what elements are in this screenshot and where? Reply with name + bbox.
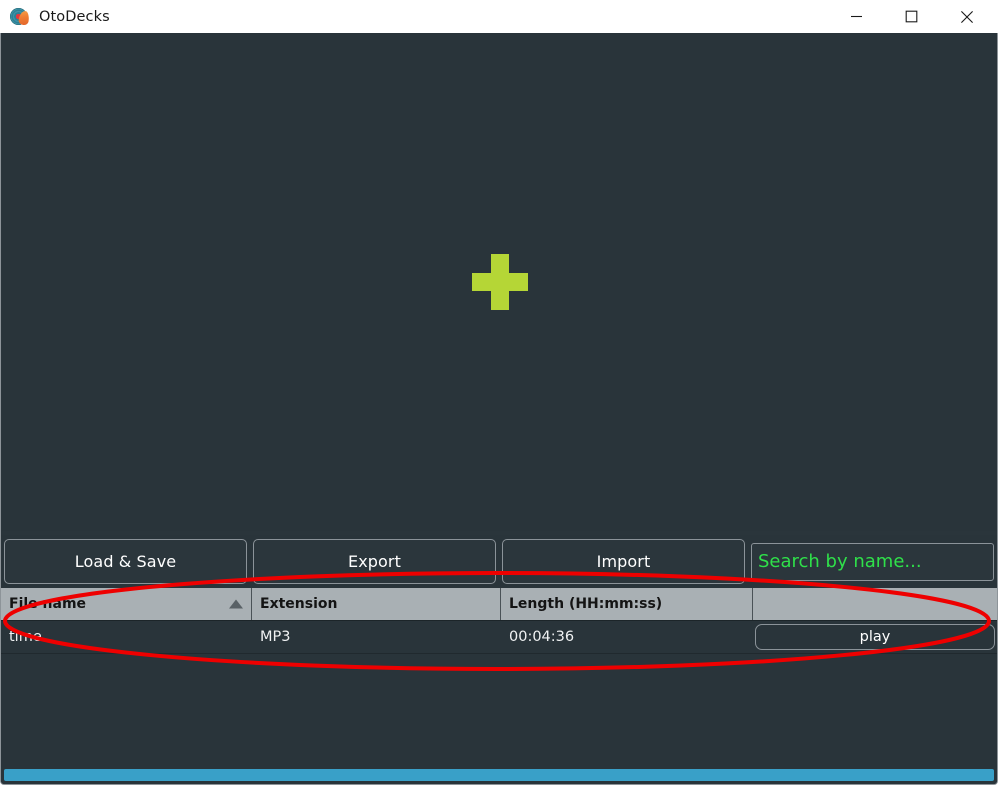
window-title: OtoDecks — [39, 8, 110, 25]
table-header-row: File name Extension Length (HH:mm:ss) — [1, 588, 997, 621]
column-header-actions[interactable] — [753, 588, 997, 620]
search-cell — [748, 535, 997, 588]
load-save-cell: Load & Save — [1, 535, 250, 588]
cell-file-name: time — [9, 629, 42, 645]
cell-length: 00:04:36 — [509, 629, 575, 645]
import-button[interactable]: Import — [502, 539, 745, 584]
table-row[interactable]: time MP3 00:04:36 play — [1, 621, 997, 654]
column-header-length-label: Length (HH:mm:ss) — [509, 596, 663, 612]
export-cell: Export — [250, 535, 499, 588]
cell-actions: play — [753, 621, 997, 653]
column-header-file-name[interactable]: File name — [1, 588, 252, 620]
title-bar: OtoDecks — [0, 0, 998, 34]
close-button[interactable] — [944, 0, 990, 33]
horizontal-scrollbar[interactable] — [4, 769, 994, 781]
plus-icon — [472, 254, 528, 310]
close-icon — [961, 10, 973, 23]
column-header-extension[interactable]: Extension — [252, 588, 501, 620]
music-library-table: File name Extension Length (HH:mm:ss) ti… — [1, 588, 997, 784]
minimize-button[interactable] — [833, 0, 879, 33]
export-button[interactable]: Export — [253, 539, 496, 584]
library-toolbar: Load & Save Export Import — [1, 535, 997, 588]
vinyl-record-flame-icon — [10, 7, 30, 27]
column-header-file-name-label: File name — [9, 596, 87, 612]
play-button[interactable]: play — [755, 624, 995, 650]
title-bar-left-group: OtoDecks — [10, 0, 110, 33]
main-panel: Load & Save Export Import File name Exte… — [0, 33, 998, 785]
maximize-button[interactable] — [888, 0, 934, 33]
sort-ascending-icon — [229, 599, 243, 609]
column-header-length[interactable]: Length (HH:mm:ss) — [501, 588, 753, 620]
load-save-button[interactable]: Load & Save — [4, 539, 247, 584]
otodecks-window: OtoDecks Load & Save Export Import Searc… — [0, 0, 998, 785]
plus-vertical-bar — [491, 254, 509, 310]
import-cell: Import — [499, 535, 748, 588]
cell-extension: MP3 — [260, 629, 291, 645]
column-header-extension-label: Extension — [260, 596, 338, 612]
search-input[interactable] — [751, 542, 994, 581]
deck-drop-area[interactable] — [2, 33, 997, 531]
maximize-icon — [905, 10, 917, 23]
minimize-icon — [850, 15, 862, 18]
